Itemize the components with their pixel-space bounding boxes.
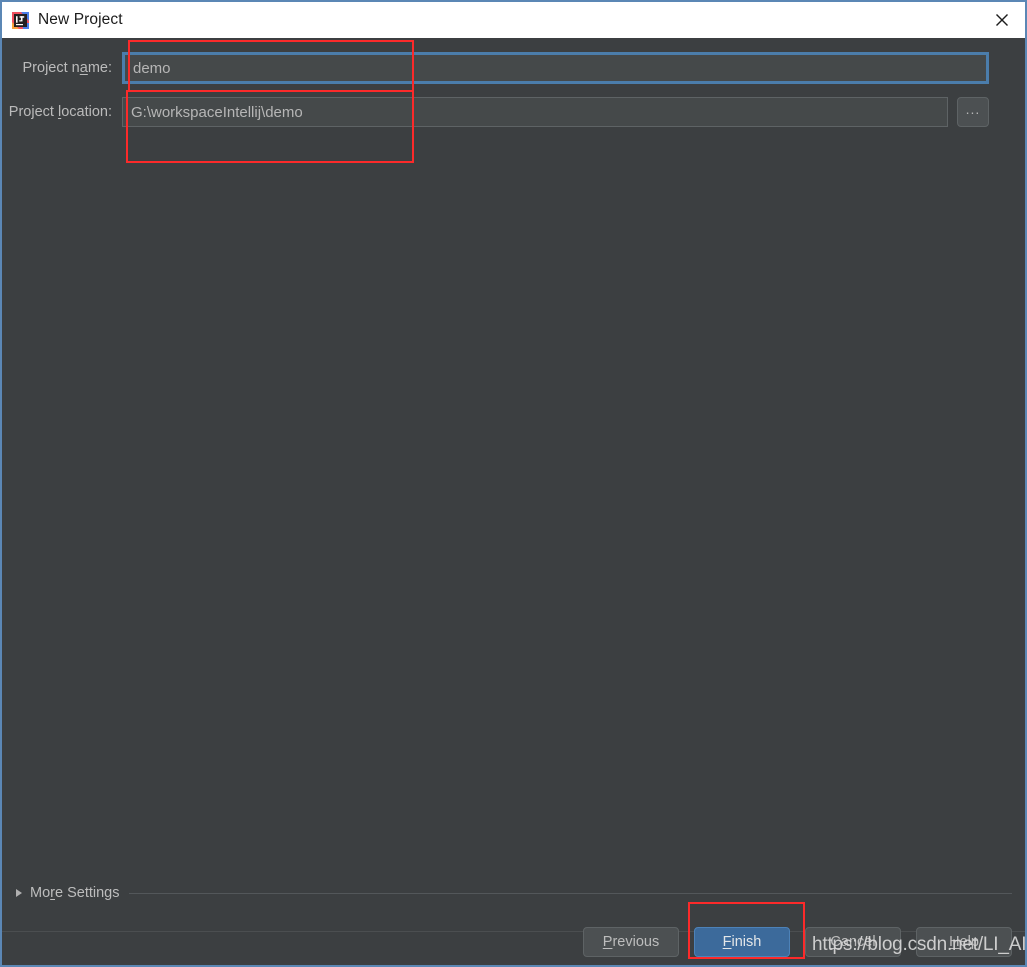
finish-button[interactable]: Finish xyxy=(694,927,790,957)
cancel-button[interactable]: Cancel xyxy=(805,927,901,957)
dialog-body: Project name: Project location: ... More… xyxy=(2,38,1025,965)
dialog-titlebar: New Project xyxy=(2,2,1025,38)
intellij-idea-icon xyxy=(12,11,29,29)
more-settings-label[interactable]: More Settings xyxy=(30,885,120,901)
project-name-input[interactable] xyxy=(122,52,989,84)
new-project-dialog: New Project Project name: Project locati… xyxy=(0,0,1027,967)
more-settings-separator xyxy=(128,892,1012,894)
project-name-label: Project name: xyxy=(22,60,112,76)
more-settings-row[interactable]: More Settings xyxy=(2,883,1025,903)
project-location-label: Project location: xyxy=(8,104,112,120)
close-icon[interactable] xyxy=(979,2,1025,38)
browse-location-button[interactable]: ... xyxy=(957,97,989,127)
help-button[interactable]: Help xyxy=(916,927,1012,957)
project-location-input[interactable] xyxy=(122,97,948,127)
dialog-button-bar: Previous Finish Cancel Help xyxy=(583,927,1012,957)
previous-button[interactable]: Previous xyxy=(583,927,679,957)
project-name-row: Project name: xyxy=(2,52,1025,84)
dialog-title: New Project xyxy=(38,11,123,28)
chevron-right-icon[interactable] xyxy=(16,889,22,897)
project-location-row: Project location: ... xyxy=(2,96,1025,128)
